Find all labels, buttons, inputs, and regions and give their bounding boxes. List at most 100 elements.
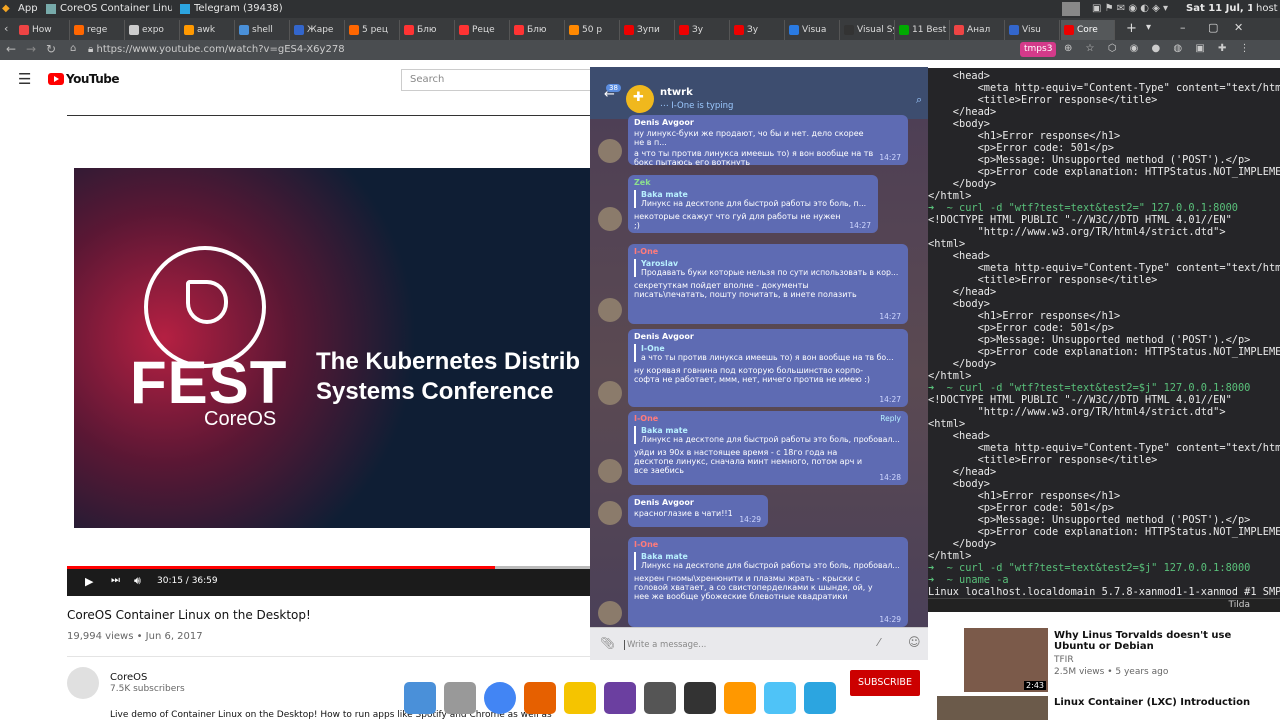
dock-chrome-icon[interactable] (484, 682, 516, 714)
tray-icon[interactable] (1062, 2, 1080, 16)
rec-title-2[interactable]: Linux Container (LXC) Introduction (1054, 697, 1264, 708)
browser-tab[interactable]: rege (71, 20, 125, 40)
dock-sublime-icon[interactable] (724, 682, 756, 714)
sender-avatar[interactable] (598, 501, 622, 525)
address-bar[interactable]: 🔒︎ https://www.youtube.com/watch?v=gES4-… (88, 42, 908, 58)
volume-icon[interactable]: 🔊︎ (134, 574, 141, 588)
play-icon[interactable]: ▶ (85, 575, 93, 588)
browser-tab[interactable]: Зу (676, 20, 730, 40)
sender-name[interactable]: I-One (634, 540, 902, 549)
browser-tab[interactable]: Блю (511, 20, 565, 40)
apps-menu-label[interactable]: App (18, 0, 42, 18)
new-tab-icon[interactable]: + (1126, 21, 1137, 36)
message-list[interactable]: Denis Avgoor ну линукс-буки же продают, ч… (590, 115, 928, 627)
attach-icon[interactable]: 📎︎ (600, 636, 615, 650)
sender-name[interactable]: Denis Avgoor (634, 498, 762, 507)
sender-avatar[interactable] (598, 381, 622, 405)
dock-app-menu-icon[interactable] (404, 682, 436, 714)
dock-firefox-icon[interactable] (524, 682, 556, 714)
sender-name[interactable]: Denis Avgoor (634, 118, 902, 127)
sender-name[interactable]: I-One (634, 247, 902, 256)
sender-avatar[interactable] (598, 207, 622, 231)
chat-name[interactable]: ntwrk (660, 87, 693, 98)
browser-tab[interactable]: Visual Sy (841, 20, 895, 40)
browser-tab[interactable]: Анал (951, 20, 1005, 40)
close-icon[interactable]: ✕ (1234, 21, 1243, 34)
message-bubble[interactable]: Denis Avgoor красноглазие в чати!!1 14:29 (628, 495, 768, 527)
video-player[interactable]: FEST CoreOS The Kubernetes Distrib Syste… (67, 115, 590, 596)
clock[interactable]: Sat 11 Jul, 14:29 (1186, 0, 1252, 18)
sender-name[interactable]: Denis Avgoor (634, 332, 902, 341)
forward-icon[interactable]: → (26, 42, 36, 56)
browser-tab[interactable]: expo (126, 20, 180, 40)
quoted-message[interactable]: Baka mate Линукс на десктопе для быстрой … (634, 190, 872, 208)
sender-avatar[interactable] (598, 139, 622, 163)
rec-title-1[interactable]: Why Linus Torvalds doesn't use Ubuntu or… (1054, 630, 1264, 652)
quoted-message[interactable]: Yaroslav Продавать буки которые нельзя по… (634, 259, 902, 277)
emoji-icon[interactable]: ☺ (908, 635, 921, 649)
command-icon[interactable]: ⁄ (878, 636, 880, 649)
menu-icon[interactable]: ☰ (18, 70, 31, 88)
youtube-logo-icon[interactable] (48, 73, 64, 85)
apps-menu-icon[interactable]: ◆ (2, 0, 14, 18)
message-bubble[interactable]: I-One Baka mate Линукс на десктопе для быс… (628, 537, 908, 627)
message-input[interactable]: Write a message... (624, 640, 706, 650)
browser-tab[interactable]: Блю (401, 20, 455, 40)
terminal-window[interactable]: <head> <meta http-equiv="Content-Type" c… (928, 68, 1280, 612)
sender-name[interactable]: Zek (634, 178, 872, 187)
quoted-message[interactable]: Baka mate Линукс на десктопе для быстрой … (634, 426, 902, 444)
dock-player-icon[interactable] (564, 682, 596, 714)
message-bubble[interactable]: I-One Yaroslav Продавать буки которые нель… (628, 244, 908, 324)
taskbar-window-youtube[interactable]: CoreOS Container Linux o... (60, 0, 172, 18)
taskbar-window-telegram[interactable]: Telegram (39438) (194, 0, 284, 18)
sender-name[interactable]: I-One (634, 414, 902, 423)
browser-tab[interactable]: Зу (731, 20, 785, 40)
next-icon[interactable]: ⏭ (111, 575, 120, 586)
dock-telegram-icon[interactable] (804, 682, 836, 714)
rec-thumbnail-2[interactable] (937, 696, 1048, 720)
browser-tab[interactable]: 5 рец (346, 20, 400, 40)
chat-avatar[interactable]: ✚ (626, 85, 654, 113)
reload-icon[interactable]: ↻ (46, 42, 56, 56)
dock-terminal-icon[interactable] (684, 682, 716, 714)
home-icon[interactable]: ⌂ (70, 43, 76, 54)
sender-avatar[interactable] (598, 601, 622, 625)
quoted-message[interactable]: Baka mate Линукс на десктопе для быстрой … (634, 552, 902, 570)
back-icon[interactable]: ← (6, 42, 16, 56)
browser-tab[interactable]: How (16, 20, 70, 40)
browser-tab[interactable]: awk (181, 20, 235, 40)
dock-scissors-icon[interactable] (444, 682, 476, 714)
maximize-icon[interactable]: ▢ (1208, 21, 1218, 34)
reply-button[interactable]: Reply (880, 414, 901, 423)
sender-avatar[interactable] (598, 459, 622, 483)
message-bubble[interactable]: I-One Reply Baka mate Линукс на десктопе дл… (628, 411, 908, 485)
video-frame[interactable]: FEST CoreOS The Kubernetes Distrib Syste… (74, 168, 590, 528)
browser-tab[interactable]: Зупи (621, 20, 675, 40)
dock-calculator-icon[interactable] (764, 682, 796, 714)
subscribe-button[interactable]: SUBSCRIBE (850, 670, 920, 696)
search-input[interactable]: Search (410, 74, 444, 85)
browser-tab[interactable]: shell (236, 20, 290, 40)
browser-tab[interactable]: Visua (786, 20, 840, 40)
browser-tab[interactable]: Жаре (291, 20, 345, 40)
message-bubble[interactable]: Denis Avgoor ну линукс-буки же продают, ч… (628, 115, 908, 165)
quoted-message[interactable]: I-One а что ты против линукса имеешь то) … (634, 344, 902, 362)
telegram-window[interactable]: ← 38 ✚ ntwrk ⋯ I-One is typing ⌕ Denis A… (590, 67, 928, 660)
browser-tab[interactable]: 11 Best I (896, 20, 950, 40)
minimize-icon[interactable]: – (1180, 21, 1186, 34)
browser-tab[interactable]: Visu (1006, 20, 1060, 40)
scroll-tabs-left-icon[interactable]: ‹ (4, 22, 8, 35)
sender-avatar[interactable] (598, 298, 622, 322)
rec-thumbnail-1[interactable]: 2:43 (964, 628, 1048, 692)
chevron-down-icon[interactable]: ▾ (1146, 22, 1151, 33)
youtube-logo-text[interactable]: YouTube (66, 72, 120, 86)
extension-icons[interactable]: ⊕ ☆ ⬡ ◉ ● ◍ ▣ ✚ ⋮ (1064, 43, 1255, 54)
message-bubble[interactable]: Zek Baka mate Линукс на десктопе для быстр… (628, 175, 878, 233)
browser-tab[interactable]: Реце (456, 20, 510, 40)
browser-tab[interactable]: Core (1061, 20, 1115, 40)
channel-name[interactable]: CoreOS (110, 672, 147, 683)
message-bubble[interactable]: Denis Avgoor I-One а что ты против линукса… (628, 329, 908, 407)
tray-icons[interactable]: ▣ ⚑ ✉ ◉ ◐ ◈ ▾ (1092, 0, 1182, 18)
search-icon[interactable]: ⌕ (916, 93, 922, 107)
browser-tab[interactable]: 50 р (566, 20, 620, 40)
